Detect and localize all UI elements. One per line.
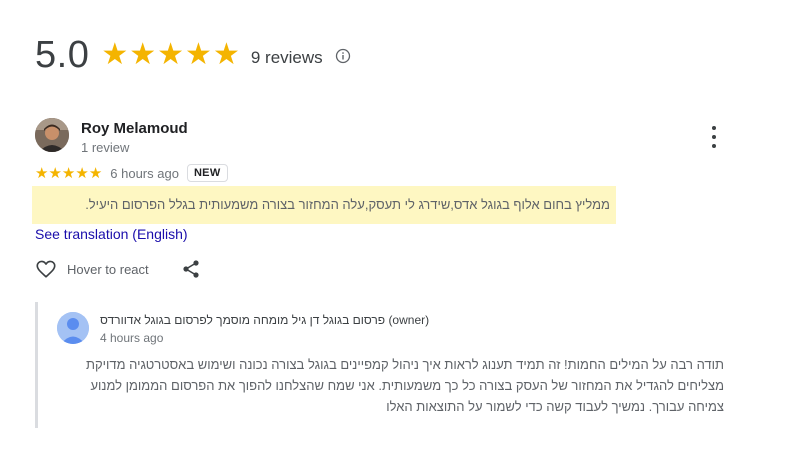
owner-reply-time: 4 hours ago <box>100 331 164 345</box>
review-text: ממליץ בחום אלוף בגוגל אדס,שידרג לי תעסק,… <box>32 186 616 224</box>
star-icon: ★ <box>75 164 89 182</box>
reviewer-header: Roy Melamoud 1 review <box>35 118 188 155</box>
average-rating: 5.0 <box>35 33 90 76</box>
star-icon: ★ <box>212 38 240 71</box>
reviewer-avatar[interactable] <box>35 118 69 152</box>
review-stars: ★ ★ ★ ★ ★ <box>35 166 102 181</box>
owner-avatar[interactable] <box>57 312 89 344</box>
react-label[interactable]: Hover to react <box>67 262 149 277</box>
star-icon: ★ <box>129 38 157 71</box>
owner-tag: (owner) <box>388 313 430 327</box>
star-icon: ★ <box>88 164 103 182</box>
owner-reply: פרסום בגוגל דן גיל מומחה מוסמך לפרסום בג… <box>35 302 735 428</box>
share-icon[interactable] <box>181 259 201 279</box>
review-time: 6 hours ago <box>110 165 179 181</box>
star-icon: ★ <box>61 164 76 182</box>
reviewer-name[interactable]: Roy Melamoud <box>81 120 188 137</box>
review-count: 9 reviews <box>250 48 323 67</box>
star-icon: ★ <box>101 38 129 71</box>
owner-name[interactable]: פרסום בגוגל דן גיל מומחה מוסמך לפרסום בג… <box>100 313 385 327</box>
new-badge: NEW <box>186 164 228 182</box>
review-actions: Hover to react <box>35 258 201 280</box>
star-icon: ★ <box>185 38 212 71</box>
review-rating-row: ★ ★ ★ ★ ★ 6 hours ago NEW <box>35 162 228 184</box>
star-icon: ★ <box>35 164 49 182</box>
star-icon: ★ <box>157 38 185 71</box>
reviewer-review-count: 1 review <box>81 140 130 155</box>
average-rating-stars: ★ ★ ★ ★ ★ <box>101 40 241 70</box>
star-icon: ★ <box>48 164 62 182</box>
heart-outline-icon[interactable] <box>35 258 57 280</box>
more-vert-icon[interactable] <box>707 126 721 148</box>
owner-header: פרסום בגוגל דן גיל מומחה מוסמך לפרסום בג… <box>100 313 429 327</box>
info-icon[interactable] <box>335 48 351 64</box>
see-translation-link[interactable]: See translation (English) <box>35 226 188 242</box>
owner-reply-text: תודה רבה על המילים החמות! זה תמיד תענוג … <box>86 357 724 414</box>
rating-summary: 5.0 ★ ★ ★ ★ ★ 9 reviews <box>35 33 351 77</box>
